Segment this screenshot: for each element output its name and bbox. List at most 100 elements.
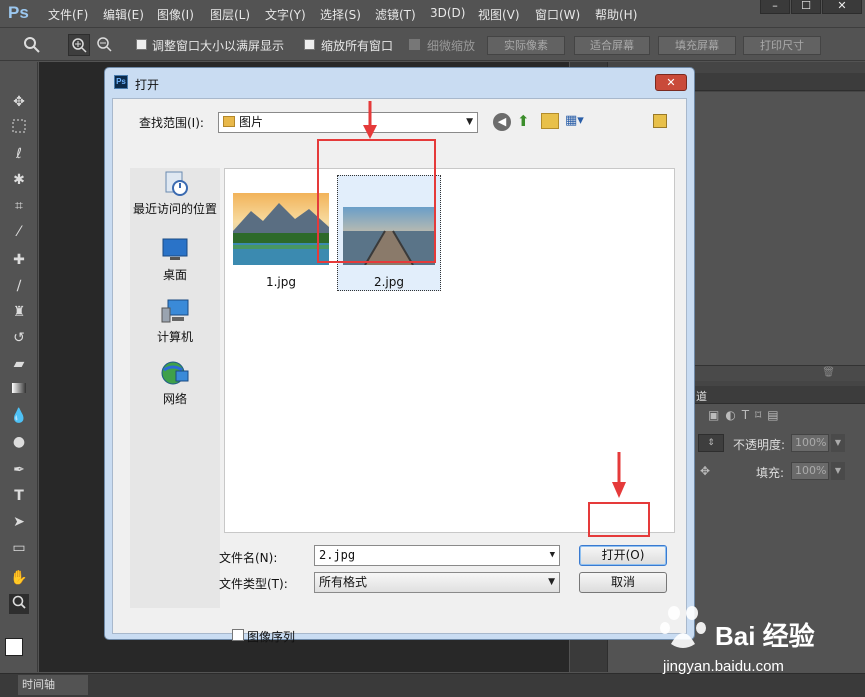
- places-bar: 最近访问的位置 桌面 计算机 网络: [130, 168, 220, 608]
- menu-3d[interactable]: 3D(D): [430, 6, 465, 20]
- shape-tool-icon[interactable]: ▭: [9, 538, 29, 558]
- photoshop-logo: Ps: [8, 3, 29, 22]
- tools-panel: ✥ ℓ ✱ ⌗ ⁄ ✚ ∕ ♜ ↺ ▰ 💧 ● ✒ T ➤ ▭ ✋: [0, 62, 38, 672]
- maximize-button[interactable]: ☐: [791, 0, 821, 14]
- menu-filter[interactable]: 滤镜(T): [375, 6, 416, 23]
- opacity-field[interactable]: 100%: [791, 434, 829, 452]
- menu-type[interactable]: 文字(Y): [265, 6, 306, 23]
- zoom-all-checkbox[interactable]: [304, 39, 315, 50]
- trash-icon[interactable]: 🗑: [822, 367, 835, 378]
- place-network-label: 网络: [162, 392, 187, 406]
- lookin-label: 查找范围(I):: [139, 116, 204, 130]
- filename-arrow-icon: ▼: [549, 550, 555, 560]
- filetype-arrow-icon: ▼: [548, 577, 555, 587]
- red-arrow-down-icon: [363, 101, 377, 139]
- zoom-tool-icon[interactable]: [22, 35, 42, 55]
- minimize-button[interactable]: –: [760, 0, 790, 14]
- place-desktop-label: 桌面: [162, 268, 187, 282]
- zoom-all-label: 缩放所有窗口: [321, 39, 394, 53]
- eraser-tool-icon[interactable]: ▰: [9, 354, 29, 374]
- open-button[interactable]: 打开(O): [579, 545, 667, 566]
- place-desktop[interactable]: 桌面: [130, 234, 220, 283]
- blend-mode-dropdown[interactable]: ⇕: [698, 434, 724, 452]
- fill-field[interactable]: 100%: [791, 462, 829, 480]
- image-sequence-checkbox[interactable]: [232, 629, 244, 641]
- file-name-2[interactable]: 2.jpg: [339, 275, 439, 289]
- opacity-dropdown-icon[interactable]: ▼: [831, 434, 845, 452]
- history-brush-tool-icon[interactable]: ↺: [9, 328, 29, 348]
- cancel-button[interactable]: 取消: [579, 572, 667, 593]
- eyedropper-tool-icon[interactable]: ⁄: [9, 222, 29, 242]
- close-app-button[interactable]: ✕: [822, 0, 862, 14]
- crop-tool-icon[interactable]: ⌗: [9, 196, 29, 216]
- pen-tool-icon[interactable]: ✒: [9, 460, 29, 480]
- marquee-tool-icon[interactable]: [9, 118, 29, 138]
- filetype-label: 文件类型(T):: [219, 577, 288, 591]
- zoom-tool-active-icon[interactable]: [9, 594, 29, 614]
- menu-view[interactable]: 视图(V): [478, 6, 520, 23]
- menu-bar: Ps 文件(F) 编辑(E) 图像(I) 图层(L) 文字(Y) 选择(S) 滤…: [0, 0, 865, 28]
- place-computer[interactable]: 计算机: [130, 296, 220, 345]
- baidu-watermark: Bai 经验 jingyan.baidu.com: [655, 598, 855, 688]
- file-list: 1.jpg 2.jpg: [224, 168, 675, 533]
- healing-brush-tool-icon[interactable]: ✚: [9, 250, 29, 270]
- stamp-tool-icon[interactable]: ♜: [9, 302, 29, 322]
- filename-label: 文件名(N):: [219, 551, 278, 565]
- layer-filter-icons[interactable]: ▣◐T⌑▤: [708, 408, 785, 422]
- lasso-tool-icon[interactable]: ℓ: [9, 144, 29, 164]
- dialog-close-button[interactable]: ✕: [655, 74, 687, 91]
- favorites-folder-icon[interactable]: [653, 114, 667, 128]
- menu-layer[interactable]: 图层(L): [210, 6, 250, 23]
- menu-image[interactable]: 图像(I): [157, 6, 194, 23]
- print-size-button[interactable]: 打印尺寸: [743, 36, 821, 55]
- zoom-out-icon[interactable]: [94, 34, 114, 56]
- menu-file[interactable]: 文件(F): [48, 6, 88, 23]
- up-folder-icon[interactable]: ⬆: [517, 112, 535, 130]
- lookin-dropdown[interactable]: 图片 ▼: [218, 112, 478, 133]
- image-sequence-label: 图像序列: [247, 630, 296, 644]
- folder-icon: [223, 116, 235, 127]
- watermark-brand: Bai 经验: [715, 621, 815, 651]
- filename-input[interactable]: 2.jpg ▼: [314, 545, 560, 566]
- new-folder-icon[interactable]: [541, 113, 559, 129]
- place-network[interactable]: 网络: [130, 358, 220, 407]
- actual-pixels-button[interactable]: 实际像素: [487, 36, 565, 55]
- computer-icon: [161, 299, 189, 323]
- channels-tab[interactable]: 道: [696, 388, 707, 404]
- hand-tool-icon[interactable]: ✋: [9, 568, 29, 588]
- file-name-1[interactable]: 1.jpg: [231, 275, 331, 289]
- timeline-tab[interactable]: 时间轴: [18, 675, 88, 695]
- menu-edit[interactable]: 编辑(E): [103, 6, 144, 23]
- filetype-dropdown[interactable]: 所有格式 ▼: [314, 572, 560, 593]
- filename-value: 2.jpg: [319, 548, 356, 562]
- zoom-in-icon[interactable]: [68, 34, 90, 56]
- dodge-tool-icon[interactable]: ●: [9, 432, 29, 452]
- menu-select[interactable]: 选择(S): [320, 6, 361, 23]
- fill-screen-button[interactable]: 填充屏幕: [658, 36, 736, 55]
- lock-icon[interactable]: ✥: [700, 464, 710, 478]
- type-tool-icon[interactable]: T: [9, 486, 29, 506]
- menu-help[interactable]: 帮助(H): [595, 6, 637, 23]
- magic-wand-tool-icon[interactable]: ✱: [9, 170, 29, 190]
- scrubby-zoom-checkbox[interactable]: [409, 39, 420, 50]
- options-bar: 调整窗口大小以满屏显示 缩放所有窗口 细微缩放 实际像素 适合屏幕 填充屏幕 打…: [0, 29, 865, 61]
- fill-dropdown-icon[interactable]: ▼: [831, 462, 845, 480]
- gradient-tool-icon[interactable]: [9, 380, 29, 400]
- view-menu-icon[interactable]: ▦▾: [565, 113, 591, 129]
- path-selection-tool-icon[interactable]: ➤: [9, 512, 29, 532]
- move-tool-icon[interactable]: ✥: [9, 92, 29, 112]
- highlight-selected-file: [317, 139, 436, 263]
- lookin-arrow-icon: ▼: [466, 117, 473, 127]
- file-item-1[interactable]: [233, 193, 329, 265]
- brush-tool-icon[interactable]: ∕: [9, 276, 29, 296]
- blur-tool-icon[interactable]: 💧: [9, 406, 29, 426]
- back-icon[interactable]: ◀: [493, 113, 511, 131]
- place-recent-label: 最近访问的位置: [132, 202, 217, 216]
- foreground-color-swatch[interactable]: [5, 638, 23, 656]
- resize-windows-checkbox[interactable]: [136, 39, 147, 50]
- fit-screen-button[interactable]: 适合屏幕: [574, 36, 650, 55]
- lookin-value: 图片: [239, 115, 264, 129]
- place-recent[interactable]: 最近访问的位置: [130, 168, 220, 217]
- menu-window[interactable]: 窗口(W): [535, 6, 580, 23]
- highlight-open-button: [588, 502, 650, 537]
